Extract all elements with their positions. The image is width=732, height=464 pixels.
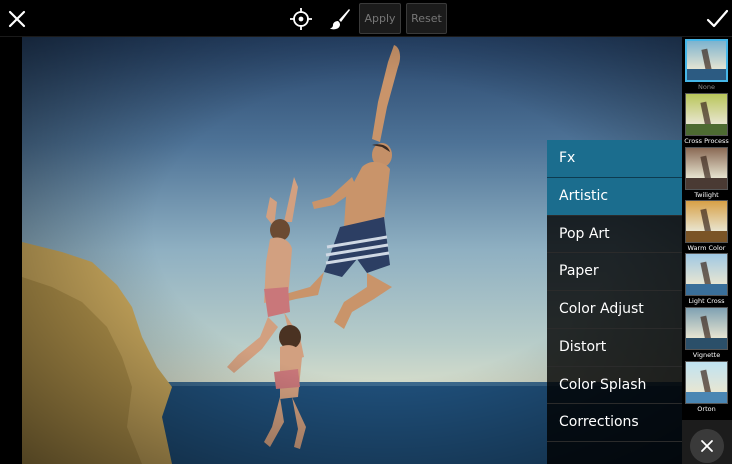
filter-cross-process[interactable]: Cross Process [684, 93, 729, 146]
reset-button[interactable]: Reset [406, 3, 447, 34]
filter-label: Cross Process [684, 137, 729, 145]
filter-thumbnail [685, 147, 728, 190]
filter-twilight[interactable]: Twilight [685, 147, 728, 200]
close-panel-icon[interactable] [690, 429, 724, 463]
effect-category-menu: Fx Artistic Pop Art Paper Color Adjust D… [547, 140, 682, 464]
filter-vignette[interactable]: Vignette [685, 307, 728, 360]
brush-icon[interactable] [328, 7, 352, 31]
menu-item-pop-art[interactable]: Pop Art [547, 216, 682, 254]
menu-item-distort[interactable]: Distort [547, 329, 682, 367]
menu-header-fx[interactable]: Fx [547, 140, 682, 178]
filter-thumbnail [685, 93, 728, 136]
menu-item-corrections[interactable]: Corrections [547, 404, 682, 442]
filter-label: Twilight [694, 191, 719, 199]
filter-thumbnail [685, 39, 728, 82]
filter-label: Orton [697, 405, 716, 413]
menu-item-color-adjust[interactable]: Color Adjust [547, 291, 682, 329]
filter-none[interactable]: None [685, 39, 728, 92]
filter-label: None [698, 83, 715, 91]
menu-item-color-splash[interactable]: Color Splash [547, 367, 682, 405]
menu-item-paper[interactable]: Paper [547, 253, 682, 291]
top-toolbar: Apply Reset [0, 0, 732, 37]
close-icon[interactable] [4, 6, 30, 32]
menu-item-artistic[interactable]: Artistic [547, 177, 682, 216]
filter-thumbnail [685, 307, 728, 350]
filter-light-cross[interactable]: Light Cross [685, 253, 728, 306]
filter-orton[interactable]: Orton [685, 361, 728, 414]
filter-label: Vignette [692, 351, 721, 359]
filter-warm-color[interactable]: Warm Color [685, 200, 728, 253]
check-icon[interactable] [704, 6, 730, 32]
filter-thumbnail [685, 200, 728, 243]
filter-label: Light Cross [688, 297, 725, 305]
filter-thumbnail [685, 361, 728, 404]
filter-label: Warm Color [687, 244, 726, 252]
filter-thumbnail [685, 253, 728, 296]
apply-button[interactable]: Apply [359, 3, 401, 34]
filter-strip: None Cross Process Twilight Warm Color L… [682, 37, 732, 464]
crosshair-icon[interactable] [289, 7, 313, 31]
